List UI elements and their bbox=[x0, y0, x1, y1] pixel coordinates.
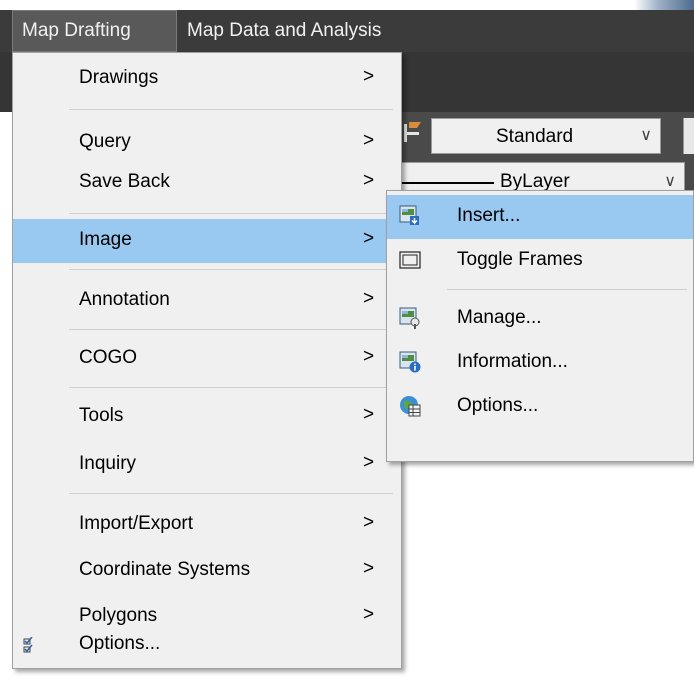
text-style-value: Standard bbox=[496, 126, 574, 147]
frame-icon bbox=[399, 251, 421, 269]
submenu-item-manage[interactable]: Manage... bbox=[387, 297, 693, 341]
menu-item-label: Options... bbox=[79, 633, 161, 654]
image-info-icon bbox=[399, 351, 421, 373]
table-style-icon[interactable] bbox=[683, 118, 694, 154]
submenu-item-insert[interactable]: Insert... bbox=[387, 195, 693, 239]
menu-separator bbox=[447, 289, 687, 290]
submenu-item-label: Options... bbox=[457, 395, 539, 416]
menu-item-coordinate-systems[interactable]: Coordinate Systems > bbox=[13, 549, 401, 593]
menu-item-label: COGO bbox=[79, 347, 138, 368]
menu-separator bbox=[69, 213, 393, 214]
menu-item-label: Drawings bbox=[79, 67, 159, 88]
menu-item-label: Inquiry bbox=[79, 453, 137, 474]
linetype-preview bbox=[402, 182, 494, 184]
menu-item-import-export[interactable]: Import/Export > bbox=[13, 503, 401, 547]
submenu-item-label: Toggle Frames bbox=[457, 249, 583, 270]
menu-separator bbox=[69, 109, 393, 110]
chevron-right-icon: > bbox=[363, 558, 375, 579]
menu-separator bbox=[69, 329, 393, 330]
menu-item-inquiry[interactable]: Inquiry > bbox=[13, 443, 401, 487]
menubar-item-map-drafting[interactable]: Map Drafting bbox=[12, 10, 177, 52]
globe-options-icon bbox=[400, 396, 421, 417]
menu-item-tools[interactable]: Tools > bbox=[13, 395, 401, 439]
text-style-combo[interactable]: Standard ∨ bbox=[431, 118, 661, 154]
menu-item-label: Annotation bbox=[79, 289, 170, 310]
match-properties-icon[interactable] bbox=[401, 120, 423, 146]
menu-item-label: Coordinate Systems bbox=[79, 559, 251, 580]
menu-item-label: Save Back bbox=[79, 171, 170, 192]
chevron-right-icon: > bbox=[363, 452, 375, 473]
chevron-down-icon: ∨ bbox=[640, 127, 652, 144]
chevron-right-icon: > bbox=[363, 170, 375, 191]
menubar-item-map-data-and-analysis[interactable]: Map Data and Analysis bbox=[178, 10, 390, 52]
menu-item-options[interactable]: Options... bbox=[13, 623, 401, 667]
chevron-right-icon: > bbox=[363, 512, 375, 533]
submenu-item-label: Information... bbox=[457, 351, 568, 372]
submenu-item-label: Manage... bbox=[457, 307, 542, 328]
submenu-item-information[interactable]: Information... bbox=[387, 341, 693, 385]
menu-item-save-back[interactable]: Save Back > bbox=[13, 161, 401, 205]
window-corner-graphic bbox=[634, 0, 694, 10]
menubar: Map Drafting Map Data and Analysis bbox=[0, 10, 694, 52]
menu-separator bbox=[69, 493, 393, 494]
menu-item-cogo[interactable]: COGO > bbox=[13, 337, 401, 381]
menu-separator bbox=[69, 269, 393, 270]
image-submenu: Insert... Toggle Frames Manage... Inform… bbox=[386, 190, 694, 462]
checklist-icon bbox=[23, 637, 33, 653]
submenu-item-toggle-frames[interactable]: Toggle Frames bbox=[387, 239, 693, 283]
menu-item-label: Tools bbox=[79, 405, 124, 426]
menu-separator bbox=[69, 387, 393, 388]
chevron-right-icon: > bbox=[363, 66, 375, 87]
menu-item-drawings[interactable]: Drawings > bbox=[13, 57, 401, 101]
insert-image-icon bbox=[399, 205, 419, 225]
chevron-right-icon: > bbox=[363, 130, 375, 151]
menu-item-annotation[interactable]: Annotation > bbox=[13, 279, 401, 323]
menu-item-query[interactable]: Query > bbox=[13, 121, 401, 165]
chevron-right-icon: > bbox=[363, 288, 375, 309]
chevron-right-icon: > bbox=[363, 228, 375, 249]
chevron-right-icon: > bbox=[363, 346, 375, 367]
menu-item-label: Image bbox=[79, 229, 132, 250]
top-strip bbox=[0, 0, 694, 10]
menu-item-image[interactable]: Image > bbox=[13, 219, 401, 263]
manage-image-icon bbox=[399, 307, 420, 329]
chevron-down-icon: ∨ bbox=[664, 173, 676, 190]
chevron-right-icon: > bbox=[363, 404, 375, 425]
submenu-item-options[interactable]: Options... bbox=[387, 385, 693, 429]
map-drafting-menu: Drawings > Query > Save Back > Image > A… bbox=[12, 52, 402, 669]
submenu-item-label: Insert... bbox=[457, 205, 521, 226]
menu-item-label: Import/Export bbox=[79, 513, 194, 534]
menu-item-label: Query bbox=[79, 131, 131, 152]
